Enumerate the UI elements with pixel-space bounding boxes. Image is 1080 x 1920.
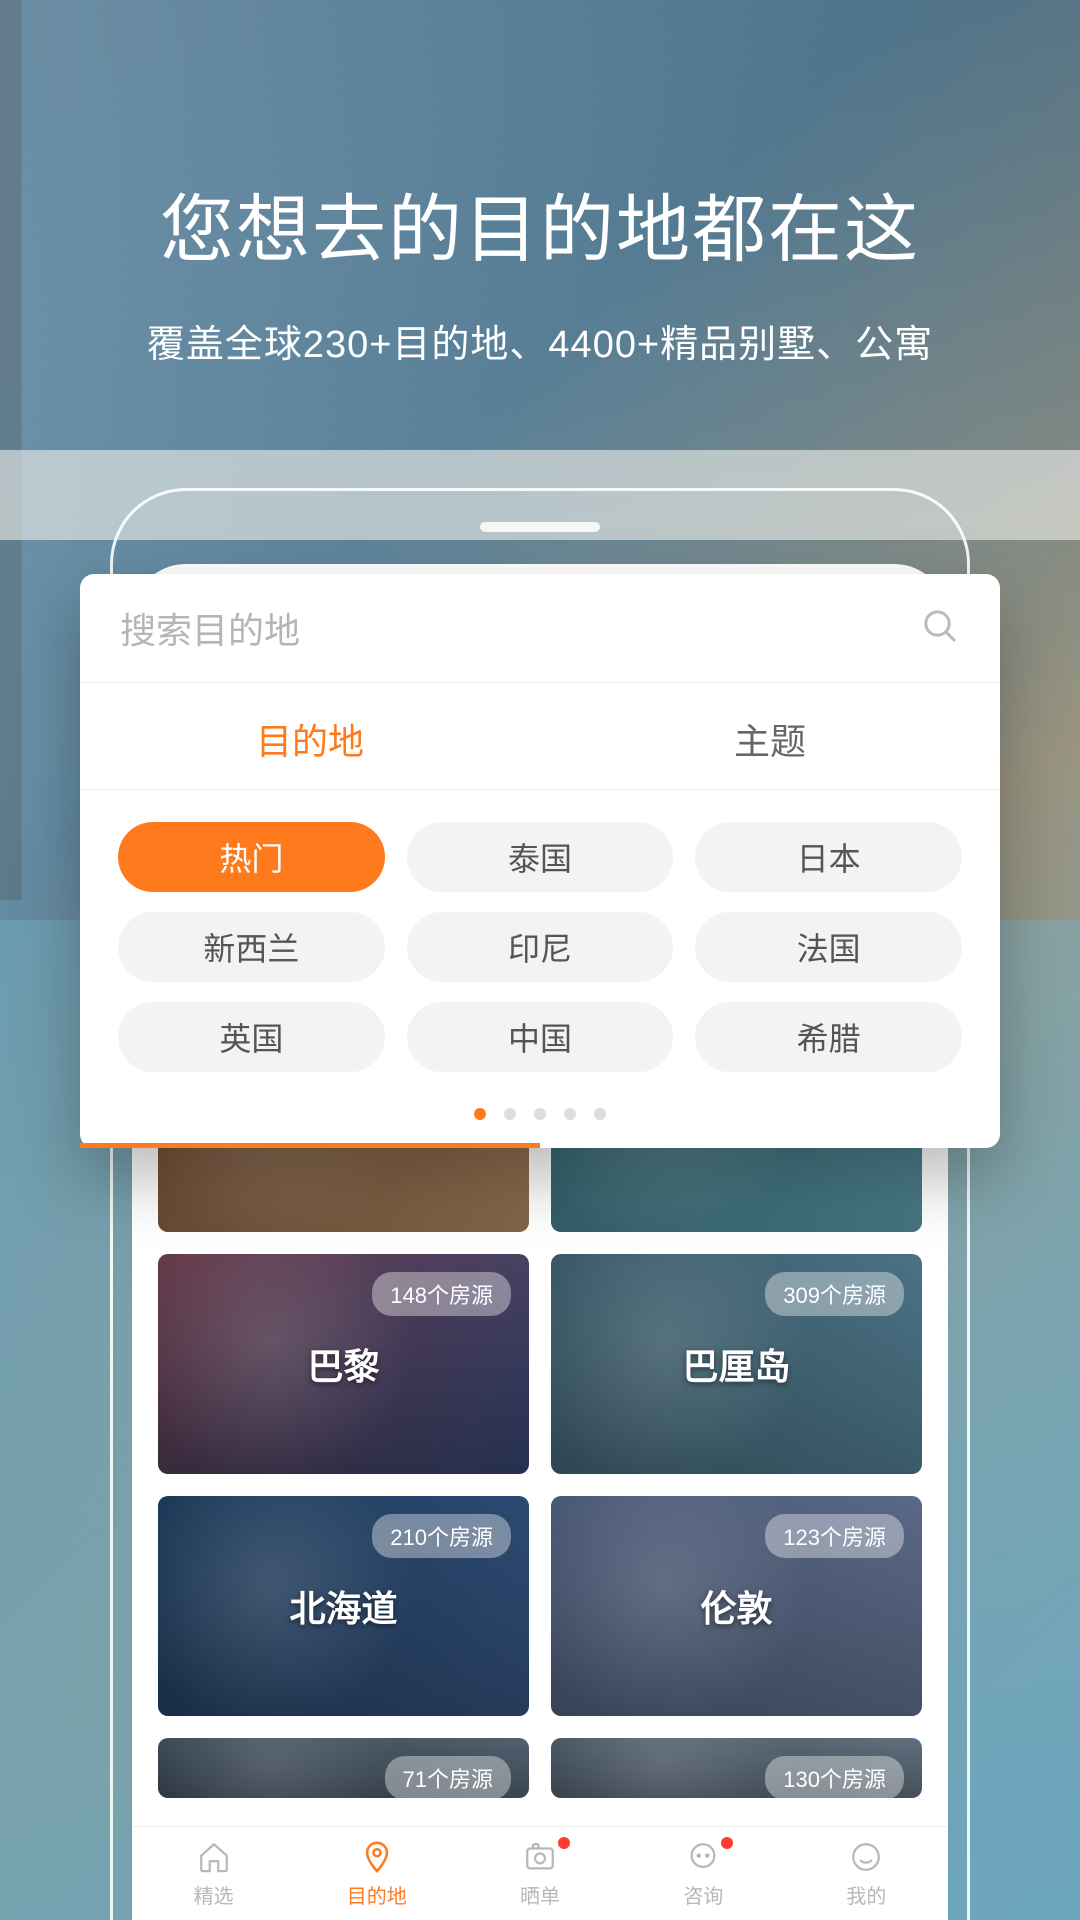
dot[interactable]: [534, 1108, 546, 1120]
tabbar-item-featured[interactable]: 精选: [132, 1827, 295, 1920]
destination-name: 巴厘岛: [682, 1338, 790, 1390]
camera-icon: [521, 1838, 559, 1876]
destination-badge: 71个房源: [385, 1756, 511, 1798]
destination-card-hokkaido[interactable]: 210个房源 北海道: [158, 1496, 529, 1716]
destination-card-partial-right[interactable]: 130个房源: [551, 1738, 922, 1798]
search-icon[interactable]: [920, 606, 960, 651]
tab-indicator: [80, 1143, 540, 1148]
chip-thailand[interactable]: 泰国: [407, 822, 674, 892]
promo-title: 您想去的目的地都在这: [0, 170, 1080, 277]
notification-dot: [721, 1837, 733, 1849]
tabbar-label: 晒单: [520, 1880, 560, 1909]
chip-china[interactable]: 中国: [407, 1002, 674, 1072]
destination-name: 北海道: [289, 1580, 397, 1632]
search-panel: 搜索目的地 目的地 主题 热门 泰国 日本 新西兰 印尼 法国 英国 中国 希腊: [80, 574, 1000, 1148]
tabbar-item-mine[interactable]: 我的: [785, 1827, 948, 1920]
page-dots[interactable]: [80, 1092, 1000, 1148]
chip-france[interactable]: 法国: [695, 912, 962, 982]
notification-dot: [558, 1837, 570, 1849]
search-bar[interactable]: 搜索目的地: [80, 574, 1000, 683]
destination-badge: 123个房源: [765, 1514, 904, 1558]
chip-grid: 热门 泰国 日本 新西兰 印尼 法国 英国 中国 希腊: [80, 790, 1000, 1092]
promo-header: 您想去的目的地都在这 覆盖全球230+目的地、4400+精品别墅、公寓: [0, 170, 1080, 368]
dot[interactable]: [564, 1108, 576, 1120]
tabbar-item-consult[interactable]: 咨询: [622, 1827, 785, 1920]
destination-name: 巴黎: [307, 1338, 379, 1390]
destination-badge: 210个房源: [372, 1514, 511, 1558]
dot[interactable]: [474, 1108, 486, 1120]
search-placeholder: 搜索目的地: [120, 602, 300, 654]
destination-badge: 148个房源: [372, 1272, 511, 1316]
tabbar-label: 目的地: [347, 1880, 407, 1909]
tab-destination[interactable]: 目的地: [80, 683, 540, 789]
tabbar-item-share[interactable]: 晒单: [458, 1827, 621, 1920]
tabbar-label: 咨询: [683, 1880, 723, 1909]
destination-badge: 130个房源: [765, 1756, 904, 1798]
destination-card-paris[interactable]: 148个房源 巴黎: [158, 1254, 529, 1474]
bottom-tabbar: 精选 目的地 晒单 咨询: [132, 1826, 948, 1920]
tabs-row: 目的地 主题: [80, 683, 1000, 789]
tabbar-label: 精选: [194, 1880, 234, 1909]
promo-subtitle: 覆盖全球230+目的地、4400+精品别墅、公寓: [0, 313, 1080, 368]
tabbar-item-destination[interactable]: 目的地: [295, 1827, 458, 1920]
location-pin-icon: [358, 1838, 396, 1876]
chip-japan[interactable]: 日本: [695, 822, 962, 892]
phone-speaker: [480, 522, 600, 532]
destination-badge: 309个房源: [765, 1272, 904, 1316]
dot[interactable]: [504, 1108, 516, 1120]
chip-greece[interactable]: 希腊: [695, 1002, 962, 1072]
tab-label: 目的地: [256, 721, 364, 762]
destination-card-partial-left[interactable]: 71个房源: [158, 1738, 529, 1798]
smile-icon: [847, 1838, 885, 1876]
destination-card-london[interactable]: 123个房源 伦敦: [551, 1496, 922, 1716]
tab-label: 主题: [734, 721, 806, 762]
destination-name: 伦敦: [700, 1580, 772, 1632]
chip-uk[interactable]: 英国: [118, 1002, 385, 1072]
tab-theme[interactable]: 主题: [540, 683, 1000, 789]
dot[interactable]: [594, 1108, 606, 1120]
chat-icon: [684, 1838, 722, 1876]
chip-newzealand[interactable]: 新西兰: [118, 912, 385, 982]
chip-indonesia[interactable]: 印尼: [407, 912, 674, 982]
home-icon: [195, 1838, 233, 1876]
tabbar-label: 我的: [846, 1880, 886, 1909]
destination-card-bali[interactable]: 309个房源 巴厘岛: [551, 1254, 922, 1474]
chip-hot[interactable]: 热门: [118, 822, 385, 892]
